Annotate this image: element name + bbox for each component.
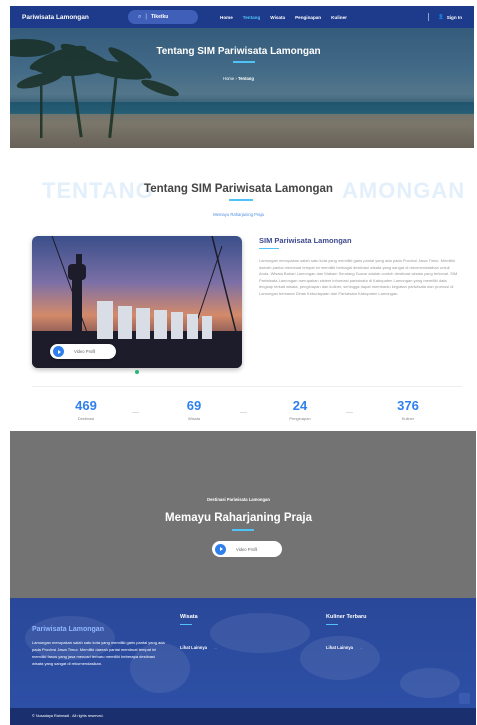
footer-kuliner-title: Kuliner Terbaru (326, 614, 367, 620)
footer-wisata-title: Wisata (180, 614, 198, 620)
main-nav: Home Tentang Wisata Penginapan Kuliner (220, 15, 347, 20)
carousel-indicator[interactable] (135, 370, 139, 374)
nav-kuliner[interactable]: Kuliner (331, 15, 347, 20)
footer-wisata-underline (180, 624, 192, 625)
about-title: Tentang SIM Pariwisata Lamongan (144, 183, 333, 195)
top-navbar: Pariwisata Lamongan ⌕ | Tiketku Home Ten… (10, 6, 474, 28)
footer-kuliner-link[interactable]: Lihat Lainnya → (326, 645, 363, 650)
back-to-top-button[interactable] (459, 693, 470, 704)
stat-penginapan: 24 Penginapan (270, 398, 330, 421)
play-icon (215, 543, 226, 555)
stats-divider (32, 386, 462, 387)
signin-button[interactable]: 👤 Sign In (427, 13, 462, 21)
band-title-underline (232, 529, 254, 531)
nav-wisata[interactable]: Wisata (270, 15, 285, 20)
stat-kuliner-label: Kuliner (401, 416, 415, 421)
signin-divider (427, 13, 429, 21)
search-icon: ⌕ (138, 13, 142, 20)
stat-separator (346, 412, 353, 413)
stat-kuliner-value: 376 (397, 398, 419, 413)
search-box[interactable]: ⌕ | Tiketku (128, 10, 198, 24)
copyright-text: © Nusadaya Rahmadi . All rights reserved… (32, 714, 104, 718)
about-title-underline (229, 199, 253, 201)
breadcrumb: Home › Tentang (0, 76, 477, 81)
band-kicker: Destinasi Pariwisata Lamongan (207, 497, 270, 502)
stat-penginapan-value: 24 (292, 398, 308, 413)
nav-penginapan[interactable]: Penginapan (295, 15, 321, 20)
footer-kuliner-underline (326, 624, 338, 625)
divider-icon: | (145, 14, 147, 20)
about-subtitle: Memayu Raharjaning Praja (213, 212, 264, 217)
photo-video-label: Video Profil (74, 349, 96, 354)
footer-kuliner-link-label: Lihat Lainnya (326, 645, 353, 650)
stat-wisata-label: Wisata (187, 416, 201, 421)
arrow-right-icon: → (359, 645, 364, 650)
hero-title-underline (233, 61, 255, 63)
band-title: Memayu Raharjaning Praja (165, 512, 312, 524)
search-label: Tiketku (150, 14, 169, 20)
footer-wisata-link-label: Lihat Lainnya (180, 645, 207, 650)
stat-separator (132, 412, 139, 413)
play-icon (53, 346, 64, 357)
brand-logo[interactable]: Pariwisata Lamongan (22, 14, 132, 21)
footer-wisata-link[interactable]: Lihat Lainnya → (180, 645, 217, 650)
info-title: SIM Pariwisata Lamongan (259, 236, 352, 245)
band-video-button[interactable]: Video Profil (212, 541, 282, 557)
signin-label: Sign In (446, 14, 462, 20)
band-video-label: Video Profil (236, 546, 258, 552)
stat-destinasi: 469 Destinasi (56, 398, 116, 421)
stat-penginapan-label: Penginapan (289, 416, 311, 421)
breadcrumb-home[interactable]: Home (223, 76, 234, 81)
user-icon: 👤 (437, 14, 444, 19)
nav-home[interactable]: Home (220, 15, 233, 20)
nav-tentang[interactable]: Tentang (243, 15, 261, 20)
info-title-underline (259, 248, 279, 249)
footer-brand: Pariwisata Lamongan (32, 626, 104, 633)
stat-destinasi-value: 469 (75, 398, 97, 413)
footer-description: Lamongan merupakan salah satu kota yang … (32, 640, 165, 666)
stat-destinasi-label: Destinasi (77, 416, 95, 421)
stat-wisata: 69 Wisata (164, 398, 224, 421)
copyright-bar: © Nusadaya Rahmadi . All rights reserved… (10, 708, 476, 725)
stat-wisata-value: 69 (186, 398, 202, 413)
breadcrumb-current: Tentang (237, 76, 254, 81)
info-description: Lamongan merupakan salah satu kota yang … (259, 258, 458, 296)
stat-kuliner: 376 Kuliner (378, 398, 438, 421)
stat-separator (240, 412, 247, 413)
hero-title: Tentang SIM Pariwisata Lamongan (156, 46, 321, 57)
arrow-right-icon: → (213, 645, 218, 650)
photo-video-button[interactable]: Video Profil (50, 344, 116, 359)
